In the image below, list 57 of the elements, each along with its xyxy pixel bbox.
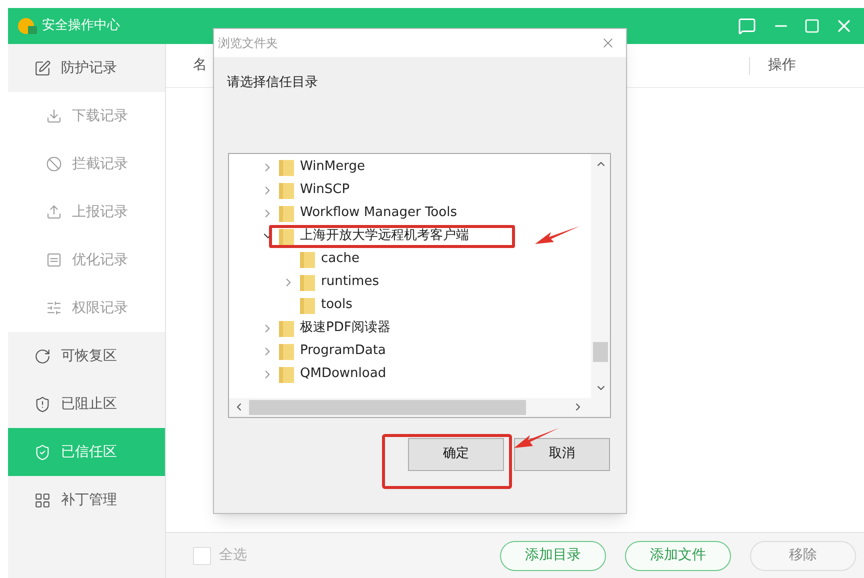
tree-row[interactable]: 极速PDF阅读器 (229, 316, 577, 340)
tree-row[interactable]: ProgramData (229, 340, 577, 362)
edit-icon (34, 60, 51, 76)
folder-name[interactable]: ProgramData (300, 341, 386, 361)
folder-icon (279, 320, 294, 336)
column-header: 操作 (768, 56, 796, 75)
tree-row[interactable]: WinSCP (229, 178, 577, 202)
tree-row[interactable]: Workflow Manager Tools (229, 202, 577, 224)
shield-check-icon (34, 444, 51, 460)
folder-name[interactable]: WinSCP (300, 180, 350, 200)
horizontal-scrollbar[interactable] (229, 398, 610, 416)
folder-icon (300, 274, 315, 290)
column-header: 名 (193, 56, 207, 75)
folder-icon (279, 366, 294, 382)
folder-name[interactable]: Workflow Manager Tools (300, 203, 457, 223)
folder-name[interactable]: tools (321, 295, 352, 315)
tree-row[interactable]: QMDownload (229, 362, 577, 386)
folder-name[interactable]: 极速PDF阅读器 (300, 318, 390, 338)
list-icon (46, 252, 62, 268)
shield-alert-icon (34, 396, 51, 412)
refresh-icon (34, 348, 51, 364)
dialog-button[interactable]: 确定 (408, 438, 504, 470)
folder-name[interactable]: cache (321, 249, 360, 269)
scrollbar-thumb[interactable] (249, 400, 526, 414)
dialog-button[interactable]: 取消 (514, 438, 610, 470)
folder-icon (279, 158, 294, 176)
upload-icon (46, 204, 62, 220)
tree-row[interactable]: 上海开放大学远程机考客户端 (229, 224, 577, 248)
folder-icon (279, 228, 294, 244)
folder-name[interactable]: QMDownload (300, 364, 386, 384)
select-all-label: 全选 (219, 546, 247, 565)
folder-icon (300, 250, 315, 268)
folder-name[interactable]: 上海开放大学远程机考客户端 (300, 226, 469, 246)
select-all-checkbox[interactable] (193, 546, 211, 564)
vertical-scrollbar[interactable] (591, 154, 610, 398)
tree-row[interactable]: runtimes (229, 270, 577, 294)
feedback-icon[interactable] (738, 17, 756, 35)
maximize-icon[interactable] (804, 18, 820, 34)
arrow-annotation (535, 224, 581, 246)
dialog-title: 浏览文件夹 (218, 35, 278, 52)
folder-icon (279, 182, 294, 198)
folder-name[interactable]: runtimes (321, 272, 379, 292)
folder-name[interactable]: WinMerge (300, 157, 365, 177)
folder-icon (300, 296, 315, 314)
ban-icon (46, 156, 62, 172)
scrollbar-thumb[interactable] (593, 342, 608, 362)
dialog-prompt: 请选择信任目录 (227, 74, 318, 92)
grid-icon (34, 492, 51, 508)
tree-row[interactable]: cache (229, 248, 577, 270)
app-logo-icon (18, 17, 38, 35)
tree-row[interactable]: tools (229, 294, 577, 316)
folder-icon (279, 204, 294, 222)
window-title: 安全操作中心 (42, 17, 120, 36)
sliders-icon (46, 300, 62, 316)
download-icon (46, 108, 62, 124)
folder-icon (279, 342, 294, 360)
tree-row[interactable]: WinMerge (229, 156, 577, 178)
